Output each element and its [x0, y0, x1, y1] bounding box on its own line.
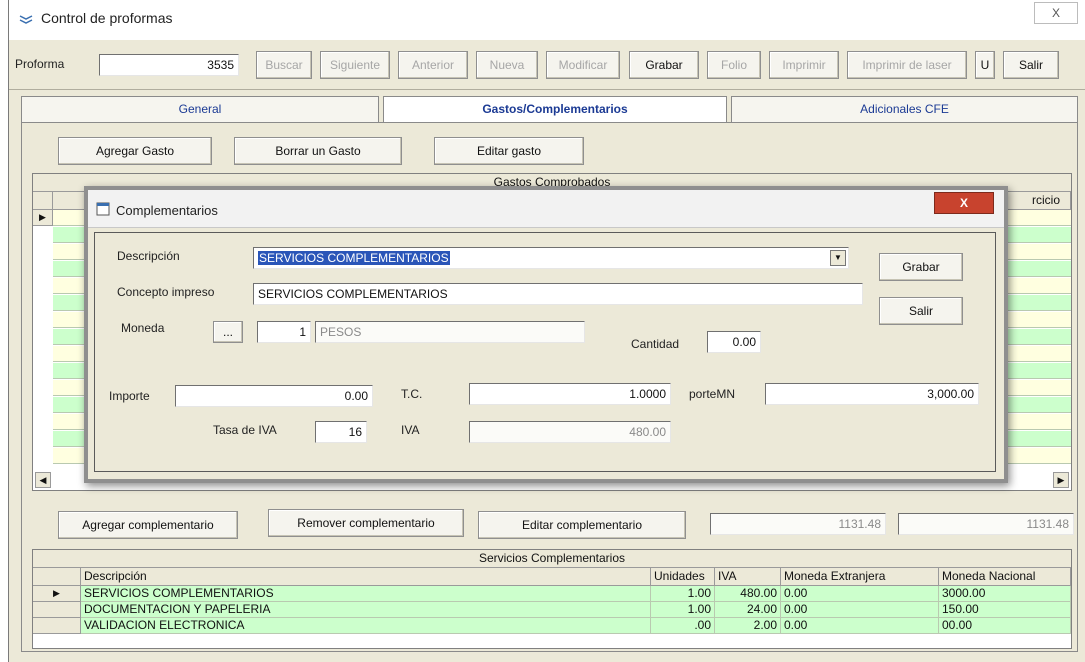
total-nacional-field: 1131.48 — [898, 513, 1074, 535]
tab-adicionales-cfe[interactable]: Adicionales CFE — [731, 96, 1078, 122]
comp-header-descripcion: Descripción — [81, 568, 651, 586]
toolbar-button-anterior[interactable]: Anterior — [398, 51, 468, 79]
remove-gasto-button[interactable]: Borrar un Gasto — [234, 137, 402, 165]
comp-table-cell: 24.00 — [715, 602, 781, 618]
edit-gasto-button[interactable]: Editar gasto — [434, 137, 584, 165]
comp-table-cell: 1.00 — [651, 586, 715, 602]
remove-complementario-button[interactable]: Remover complementario — [268, 509, 464, 537]
edit-complementario-button[interactable]: Editar complementario — [478, 511, 686, 539]
comp-table-cell: DOCUMENTACION Y PAPELERIA — [81, 602, 651, 618]
iva-label: IVA — [401, 423, 420, 437]
comp-table-cell: 0.00 — [781, 602, 939, 618]
iva-field: 480.00 — [469, 421, 671, 443]
window-close-button[interactable]: X — [1034, 2, 1078, 24]
comp-table-cell: VALIDACION ELECTRONICA — [81, 618, 651, 634]
add-gasto-button[interactable]: Agregar Gasto — [58, 137, 212, 165]
descripcion-select[interactable]: SERVICIOS COMPLEMENTARIOS ▼ — [253, 247, 849, 269]
comp-table-cell: 150.00 — [939, 602, 1071, 618]
toolbar-button-siguiente[interactable]: Siguiente — [320, 51, 390, 79]
comp-header-moneda-extranjera: Moneda Extranjera — [781, 568, 939, 586]
descripcion-label: Descripción — [117, 249, 180, 263]
toolbar: Proforma 3535 Buscar Siguiente Anterior Nue… — [9, 40, 1085, 90]
comp-row-selector[interactable]: ▶ — [33, 586, 81, 602]
dialog-title: Complementarios — [116, 203, 218, 218]
dialog-body: Descripción SERVICIOS COMPLEMENTARIOS ▼ … — [94, 232, 996, 472]
tab-general[interactable]: General — [21, 96, 379, 122]
gastos-header-selector — [33, 192, 53, 210]
moneda-lookup-button[interactable]: ... — [213, 321, 243, 343]
proforma-input[interactable]: 3535 — [99, 54, 239, 76]
toolbar-button-imprimir-de-laser[interactable]: Imprimir de laser — [847, 51, 967, 79]
comp-header-moneda-nacional: Moneda Nacional — [939, 568, 1071, 586]
concepto-input[interactable]: SERVICIOS COMPLEMENTARIOS — [253, 283, 863, 305]
gastos-row-pointer-icon: ▶ — [33, 210, 53, 226]
tasa-iva-label: Tasa de IVA — [213, 423, 277, 437]
concepto-label: Concepto impreso — [117, 285, 215, 299]
complementarios-grid[interactable]: Servicios Complementarios Descripción Un… — [32, 549, 1072, 649]
dialog-salir-button[interactable]: Salir — [879, 297, 963, 325]
comp-row-selector[interactable] — [33, 618, 81, 634]
comp-header-selector — [33, 568, 81, 586]
importe-mn-field: 3,000.00 — [765, 383, 979, 405]
comp-table-cell: 3000.00 — [939, 586, 1071, 602]
toolbar-button-salir[interactable]: Salir — [1003, 51, 1059, 79]
comp-table-cell: 2.00 — [715, 618, 781, 634]
comp-table-cell: 480.00 — [715, 586, 781, 602]
toolbar-button-u[interactable]: U — [975, 51, 995, 79]
comp-table-cell: SERVICIOS COMPLEMENTARIOS — [81, 586, 651, 602]
window-title: Control de proformas — [41, 10, 173, 26]
add-complementario-button[interactable]: Agregar complementario — [58, 511, 238, 539]
moneda-code-input[interactable]: 1 — [257, 321, 311, 343]
importe-input[interactable]: 0.00 — [175, 385, 373, 407]
comp-header-iva: IVA — [715, 568, 781, 586]
comp-table-cell: 0.00 — [781, 586, 939, 602]
moneda-name-field: PESOS — [315, 321, 585, 343]
moneda-label: Moneda — [121, 321, 165, 335]
gastos-scroll-left-icon[interactable]: ◀ — [35, 472, 51, 488]
toolbar-button-modificar[interactable]: Modificar — [546, 51, 620, 79]
tasa-iva-input[interactable]: 16 — [315, 421, 367, 443]
toolbar-button-folio[interactable]: Folio — [707, 51, 761, 79]
comp-table-cell: 1.00 — [651, 602, 715, 618]
comp-row-selector[interactable] — [33, 602, 81, 618]
importe-label: Importe — [109, 389, 150, 403]
tab-strip: General Gastos/Complementarios Adicional… — [21, 96, 1078, 124]
cantidad-label: Cantidad — [631, 337, 680, 351]
title-bar: Control de proformas X — [9, 0, 1085, 40]
dialog-close-button[interactable]: X — [934, 192, 994, 214]
comp-header-unidades: Unidades — [651, 568, 715, 586]
chevron-down-icon[interactable]: ▼ — [830, 250, 846, 266]
gastos-scroll-right-icon[interactable]: ▶ — [1053, 472, 1069, 488]
complementarios-dialog: Complementarios X Descripción SERVICIOS … — [84, 186, 1008, 483]
tc-input[interactable]: 1.0000 — [469, 383, 671, 405]
total-complementarios-field: 1131.48 — [710, 513, 886, 535]
proforma-label: Proforma — [15, 57, 65, 71]
importe-mn-label: porteMN — [689, 387, 736, 401]
toolbar-button-imprimir[interactable]: Imprimir — [769, 51, 839, 79]
app-icon — [19, 15, 33, 24]
tab-gastos-complementarios[interactable]: Gastos/Complementarios — [383, 96, 727, 124]
row-pointer-icon: ▶ — [53, 588, 60, 598]
dialog-title-bar: Complementarios X — [88, 190, 1004, 228]
toolbar-button-grabar[interactable]: Grabar — [629, 51, 699, 79]
toolbar-button-buscar[interactable]: Buscar — [256, 51, 312, 79]
tc-label: T.C. — [401, 387, 423, 401]
comp-table-cell: 00.00 — [939, 618, 1071, 634]
dialog-grabar-button[interactable]: Grabar — [879, 253, 963, 281]
comp-table-cell: 0.00 — [781, 618, 939, 634]
complementarios-grid-title: Servicios Complementarios — [33, 550, 1071, 568]
toolbar-button-nueva[interactable]: Nueva — [476, 51, 538, 79]
cantidad-input[interactable]: 0.00 — [707, 331, 761, 353]
dialog-window-icon — [96, 202, 110, 216]
comp-table-cell: .00 — [651, 618, 715, 634]
descripcion-selected-value: SERVICIOS COMPLEMENTARIOS — [258, 251, 450, 265]
